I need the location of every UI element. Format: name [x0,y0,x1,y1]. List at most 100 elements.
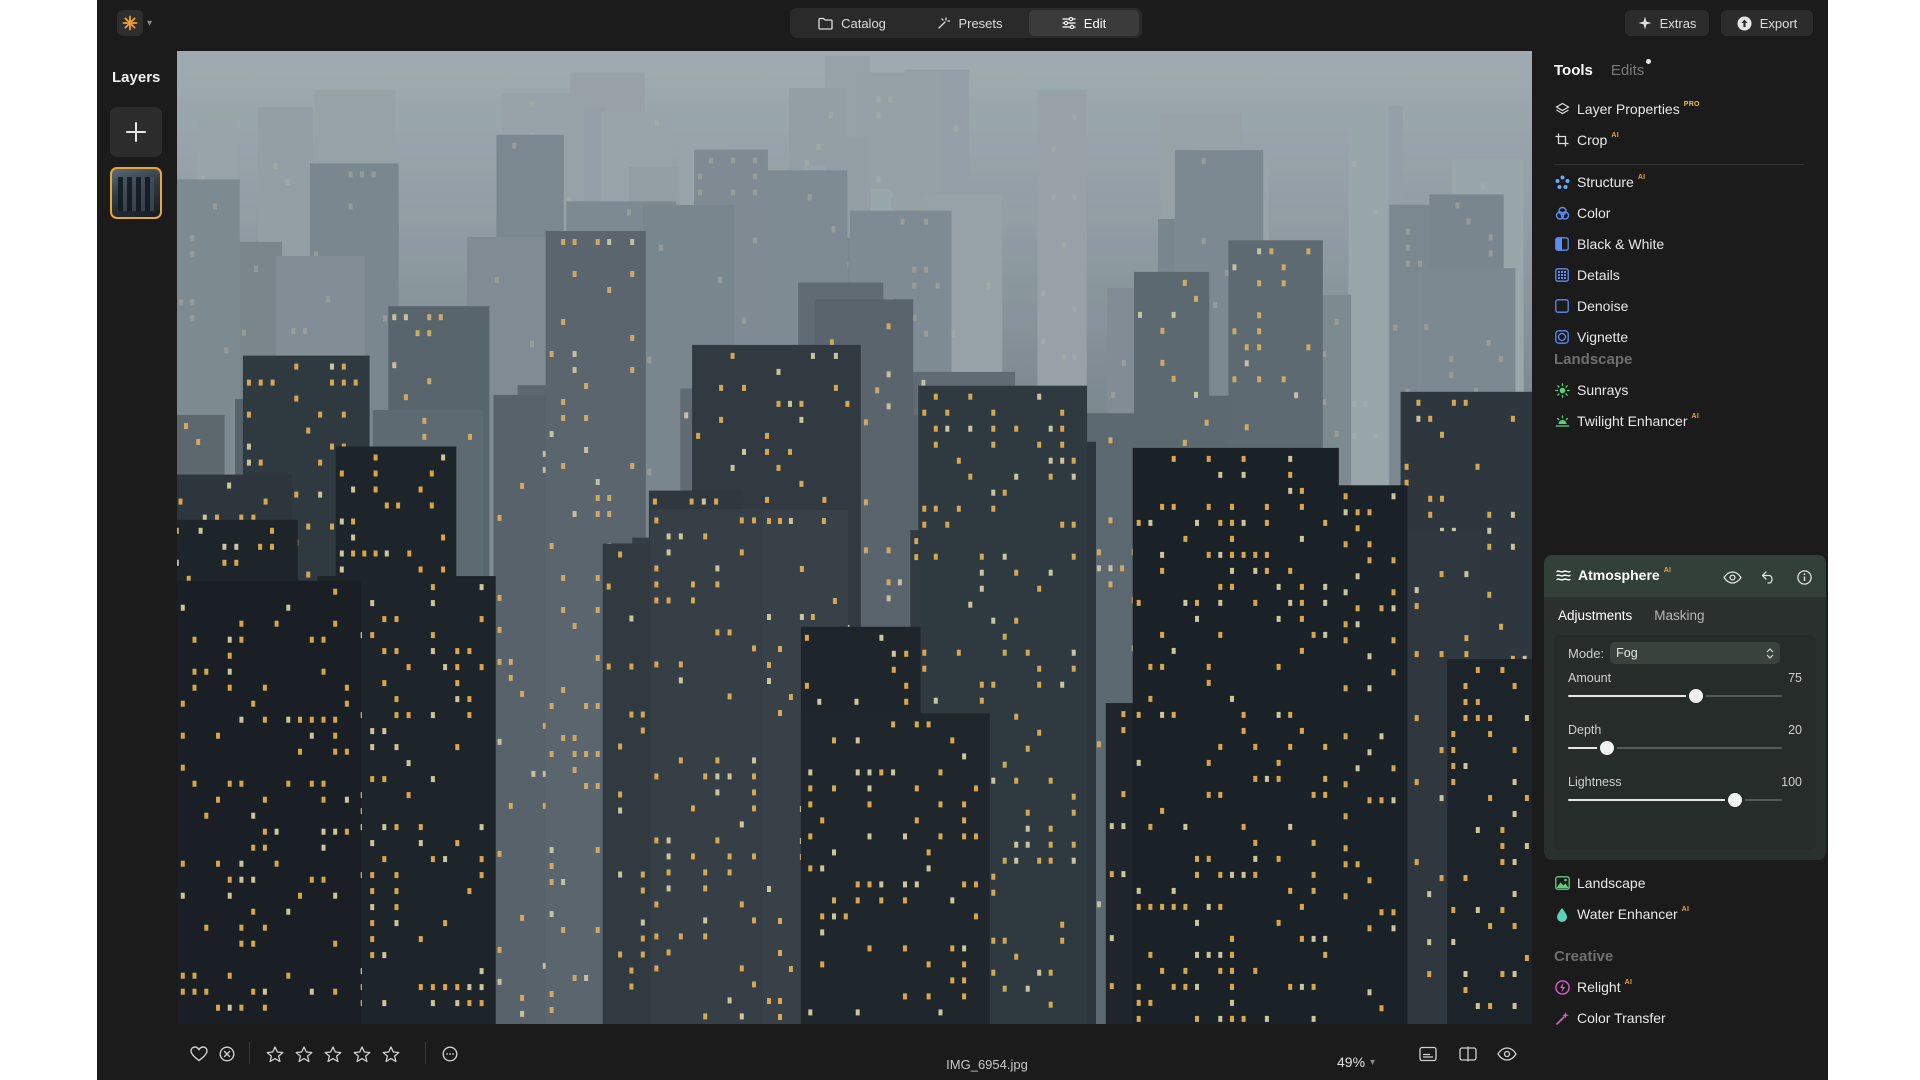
tab-tools[interactable]: Tools [1554,62,1593,79]
tool-label: Color [1577,205,1611,221]
twilight-icon [1554,413,1570,429]
tab-edit-label: Edit [1083,15,1107,31]
app-menu-button[interactable]: ▾ [117,10,152,36]
tool-denoise[interactable]: Denoise [1554,295,1628,317]
atmosphere-subtabs: Adjustments Masking [1558,608,1705,623]
divider [425,1042,426,1064]
tool-label: Details [1577,267,1620,283]
tool-label: Water Enhancer [1577,906,1678,922]
photo-canvas[interactable] [177,51,1532,1024]
top-bar: ▾ Catalog Presets Edit Extras Export [97,0,1828,46]
landscape-icon [1554,875,1570,891]
tab-masking[interactable]: Masking [1654,608,1704,623]
reset-undo-icon[interactable] [1758,567,1778,587]
tool-label: Sunrays [1577,382,1629,398]
histogram-icon[interactable] [1418,1044,1438,1064]
sunrays-icon [1554,382,1570,398]
slider-fill [1568,695,1697,697]
tab-catalog[interactable]: Catalog [793,10,911,36]
chevron-down-icon: ▾ [147,17,153,29]
reject-icon[interactable] [217,1044,237,1064]
zoom-dropdown[interactable]: 49% ▾ [1337,1054,1375,1070]
tool-relight[interactable]: Relight AI [1554,976,1632,998]
slider-handle[interactable] [1599,741,1614,755]
slider-value: 100 [1781,775,1802,789]
export-label: Export [1759,15,1798,31]
mode-select[interactable]: Fog [1610,642,1781,664]
star-icon[interactable] [265,1044,285,1064]
tab-edit[interactable]: Edit [1029,10,1139,36]
mode-row: Mode: Fog [1568,642,1781,664]
atmosphere-header[interactable]: Atmosphere AI [1544,555,1826,597]
tab-adjustments[interactable]: Adjustments [1558,608,1632,623]
tool-label: Crop [1577,132,1608,148]
water-icon [1554,906,1570,922]
tool-label: Black & White [1577,236,1665,252]
star-icon[interactable] [381,1044,401,1064]
slider-handle[interactable] [1727,793,1742,807]
tool-crop[interactable]: Crop AI [1554,129,1619,151]
heart-icon[interactable] [189,1044,209,1064]
slider-depth[interactable] [1568,741,1782,755]
mode-value: Fog [1616,646,1638,660]
tool-label: Denoise [1577,298,1629,314]
section-landscape: Landscape [1554,351,1633,368]
sparkle-icon [1638,16,1652,30]
tab-presets-label: Presets [958,15,1003,31]
tab-presets[interactable]: Presets [911,10,1029,36]
add-layer-button[interactable] [110,107,162,157]
slider-value: 75 [1788,671,1802,685]
ai-badge: AI [1663,567,1672,574]
tool-structure[interactable]: Structure AI [1554,171,1645,193]
ai-badge: AI [1624,979,1633,986]
layer-thumbnail[interactable] [110,167,162,219]
tool-landscape[interactable]: Landscape [1554,872,1646,894]
plus-icon [126,122,146,142]
chevron-down-icon: ▾ [1370,1056,1376,1068]
tool-sunrays[interactable]: Sunrays [1554,379,1628,401]
sparkle-wand-icon [938,16,951,29]
preview-eye-icon[interactable] [1497,1044,1517,1064]
info-icon[interactable] [1794,567,1814,587]
section-creative: Creative [1554,948,1614,965]
black-white-icon [1554,236,1570,252]
tool-vignette[interactable]: Vignette [1554,326,1628,348]
visibility-eye-icon[interactable] [1722,567,1742,587]
tool-layer-properties[interactable]: Layer Properties PRO [1554,98,1700,120]
extras-button[interactable]: Extras [1625,10,1709,36]
tool-color-transfer[interactable]: Color Transfer [1554,1007,1666,1029]
star-icon[interactable] [352,1044,372,1064]
slider-label: Lightness [1568,775,1622,789]
star-icon[interactable] [294,1044,314,1064]
ai-badge: AI [1611,132,1619,139]
tab-catalog-label: Catalog [841,15,886,31]
structure-icon [1554,174,1570,190]
details-icon [1554,267,1570,283]
compare-icon[interactable] [1458,1044,1478,1064]
slider-label: Depth [1568,723,1602,737]
ai-badge: AI [1681,906,1690,913]
slider-amount[interactable] [1568,689,1782,703]
tools-panel: Tools Edits Layer Properties PRO Crop AI… [1538,46,1828,1080]
mode-label: Mode: [1568,645,1605,661]
tool-label: Layer Properties [1577,101,1680,117]
star-icon[interactable] [323,1044,343,1064]
tool-label: Relight [1577,979,1621,995]
tool-black-white[interactable]: Black & White [1554,233,1664,255]
tool-twilight-enhancer[interactable]: Twilight Enhancer AI [1554,410,1699,432]
slider-fill [1568,799,1735,801]
relight-icon [1554,979,1570,995]
export-button[interactable]: Export [1721,10,1813,36]
tab-edits[interactable]: Edits [1611,59,1652,79]
slider-value: 20 [1788,723,1802,737]
denoise-icon [1554,298,1570,314]
tool-color[interactable]: Color [1554,202,1610,224]
layers-icon [1554,101,1570,117]
more-options-icon[interactable] [440,1044,460,1064]
slider-lightness[interactable] [1568,793,1782,807]
tool-details[interactable]: Details [1554,264,1620,286]
tool-label: Landscape [1577,875,1646,891]
tool-water-enhancer[interactable]: Water Enhancer AI [1554,903,1689,925]
photo-image [177,51,1532,1024]
adjustments-body [1554,635,1816,850]
